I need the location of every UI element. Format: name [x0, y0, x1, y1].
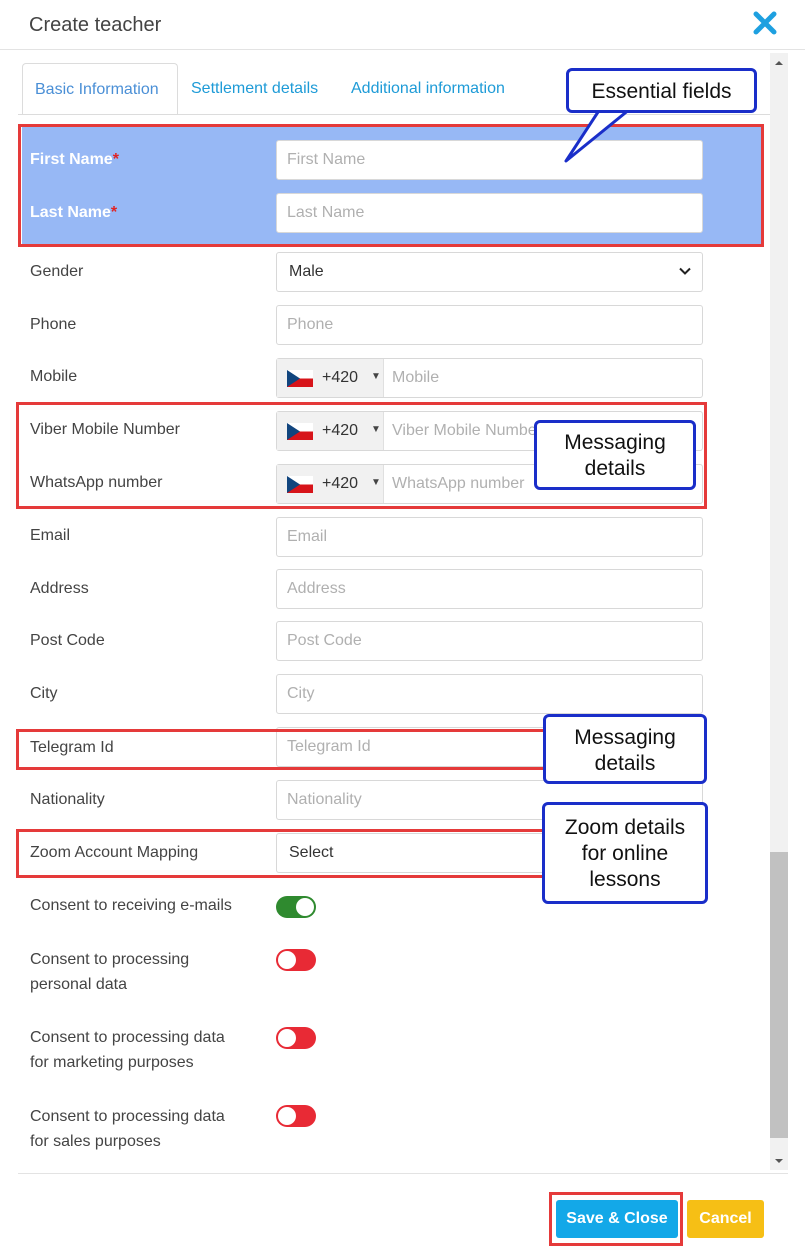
- whatsapp-placeholder: WhatsApp number: [392, 475, 525, 492]
- tab-settlement-details[interactable]: Settlement details: [191, 63, 318, 115]
- mobile-placeholder: Mobile: [392, 369, 440, 386]
- gender-value: Male: [289, 263, 324, 280]
- gender-select[interactable]: Male: [276, 252, 703, 292]
- address-input[interactable]: [276, 569, 703, 609]
- cancel-button[interactable]: Cancel: [687, 1200, 764, 1238]
- email-label: Email: [30, 527, 71, 544]
- required-mark: *: [112, 151, 119, 168]
- toggle-knob: [296, 898, 314, 916]
- city-input[interactable]: [276, 674, 703, 714]
- last-name-input[interactable]: [276, 193, 703, 233]
- address-label: Address: [30, 580, 89, 597]
- footer-divider: [18, 1173, 788, 1174]
- messaging-details-callout-telegram: Messaging details: [543, 714, 707, 784]
- first-name-label: First Name*: [30, 151, 119, 168]
- czech-flag-icon: [287, 476, 313, 493]
- whatsapp-label: WhatsApp number: [30, 474, 163, 491]
- caret-down-icon: ▼: [371, 424, 381, 435]
- nationality-label: Nationality: [30, 791, 105, 808]
- gender-label: Gender: [30, 263, 84, 280]
- viber-placeholder: Viber Mobile Number: [392, 422, 542, 439]
- consent-sales-toggle[interactable]: [276, 1105, 316, 1127]
- consent-emails-toggle[interactable]: [276, 896, 316, 918]
- essential-fields-callout: Essential fields: [566, 68, 757, 113]
- scrollbar-thumb[interactable]: [770, 852, 788, 1138]
- consent-emails-label: Consent to receiving e-mails: [30, 897, 232, 914]
- consent-sales-label: Consent to processing data for sales pur…: [30, 1108, 225, 1150]
- tab-additional-information[interactable]: Additional information: [351, 63, 505, 115]
- dialog-title: Create teacher: [29, 14, 162, 36]
- country-code-selector[interactable]: +420 ▼: [277, 412, 384, 450]
- chevron-down-icon: [679, 267, 691, 275]
- consent-personal-data-label: Consent to processing personal data: [30, 951, 190, 993]
- phone-input[interactable]: [276, 305, 703, 345]
- zoom-account-label: Zoom Account Mapping: [30, 844, 199, 861]
- country-code: +420: [322, 369, 359, 386]
- close-icon[interactable]: [752, 10, 778, 36]
- callout-pointer: [564, 107, 632, 163]
- scroll-up-icon[interactable]: [774, 58, 784, 68]
- mobile-field[interactable]: +420 ▼ Mobile: [276, 358, 703, 398]
- country-code: +420: [322, 422, 359, 439]
- last-name-label: Last Name*: [30, 204, 118, 221]
- consent-personal-data-toggle[interactable]: [276, 949, 316, 971]
- czech-flag-icon: [287, 370, 313, 387]
- consent-marketing-toggle[interactable]: [276, 1027, 316, 1049]
- tab-basic-information[interactable]: Basic Information: [22, 63, 178, 115]
- required-mark: *: [110, 204, 118, 221]
- toggle-knob: [278, 951, 296, 969]
- dialog-header: Create teacher: [0, 0, 805, 50]
- messaging-details-callout: Messaging details: [534, 420, 696, 490]
- viber-label: Viber Mobile Number: [30, 421, 180, 438]
- toggle-knob: [278, 1107, 296, 1125]
- post-code-label: Post Code: [30, 632, 105, 649]
- zoom-account-value: Select: [289, 844, 334, 861]
- consent-marketing-label: Consent to processing data for marketing…: [30, 1029, 225, 1071]
- post-code-input[interactable]: [276, 621, 703, 661]
- mobile-label: Mobile: [30, 368, 78, 385]
- caret-down-icon: ▼: [371, 477, 381, 488]
- country-code-selector[interactable]: +420 ▼: [277, 359, 384, 397]
- email-input[interactable]: [276, 517, 703, 557]
- phone-label: Phone: [30, 316, 77, 333]
- save-close-button[interactable]: Save & Close: [556, 1200, 678, 1238]
- country-code-selector[interactable]: +420 ▼: [277, 465, 384, 503]
- city-label: City: [30, 685, 58, 702]
- country-code: +420: [322, 475, 359, 492]
- telegram-label: Telegram Id: [30, 739, 114, 756]
- caret-down-icon: ▼: [371, 371, 381, 382]
- zoom-details-callout: Zoom details for online lessons: [542, 802, 708, 904]
- czech-flag-icon: [287, 423, 313, 440]
- toggle-knob: [278, 1029, 296, 1047]
- scroll-down-icon[interactable]: [774, 1156, 784, 1166]
